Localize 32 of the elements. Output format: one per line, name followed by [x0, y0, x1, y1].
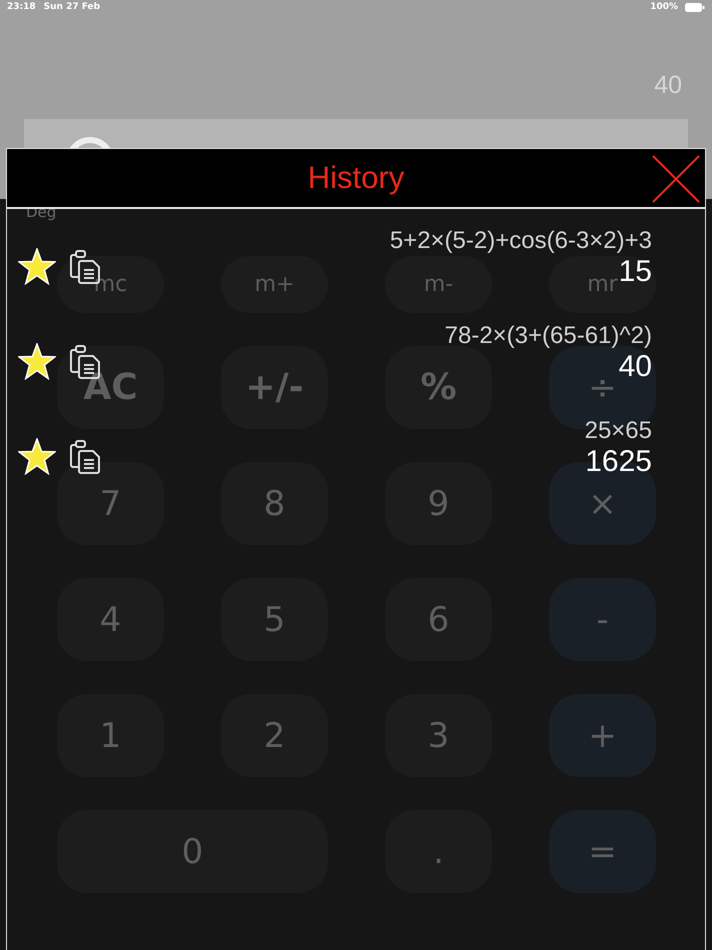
- calculator-key[interactable]: 6: [385, 578, 492, 661]
- star-icon[interactable]: [18, 438, 56, 475]
- calculator-key[interactable]: m-: [385, 256, 492, 313]
- history-result: 15: [618, 256, 652, 288]
- calculator-key[interactable]: 2: [221, 694, 328, 777]
- clipboard-icon[interactable]: [69, 438, 101, 474]
- history-result: 40: [618, 350, 652, 382]
- calculator-key[interactable]: %: [385, 346, 492, 429]
- calculator-key[interactable]: m+: [221, 256, 328, 313]
- battery-percent: 100%: [650, 2, 678, 12]
- calculator-key[interactable]: 9: [385, 462, 492, 545]
- calculator-key[interactable]: 3: [385, 694, 492, 777]
- history-expression: 5+2×(5-2)+cos(6-3×2)+3: [390, 226, 652, 256]
- calculator-key[interactable]: +: [549, 694, 656, 777]
- calculator-key[interactable]: 8: [221, 462, 328, 545]
- calculator-key[interactable]: .: [385, 810, 492, 893]
- calculator-key[interactable]: 4: [57, 578, 164, 661]
- close-icon[interactable]: [651, 154, 701, 204]
- calculator-key[interactable]: 7: [57, 462, 164, 545]
- star-icon[interactable]: [18, 248, 56, 285]
- calculator-key[interactable]: 1: [57, 694, 164, 777]
- calculator-key[interactable]: +/-: [221, 346, 328, 429]
- status-time: 23:18: [7, 2, 36, 12]
- calculator-key[interactable]: -: [549, 578, 656, 661]
- calculator-key[interactable]: =: [549, 810, 656, 893]
- battery-icon: [685, 2, 705, 12]
- status-date: Sun 27 Feb: [44, 2, 100, 12]
- star-icon[interactable]: [18, 343, 56, 380]
- calculator-key[interactable]: 0: [57, 810, 328, 893]
- calculator-key[interactable]: AC: [57, 346, 164, 429]
- calculator-key[interactable]: 5: [221, 578, 328, 661]
- history-title: History: [308, 160, 404, 196]
